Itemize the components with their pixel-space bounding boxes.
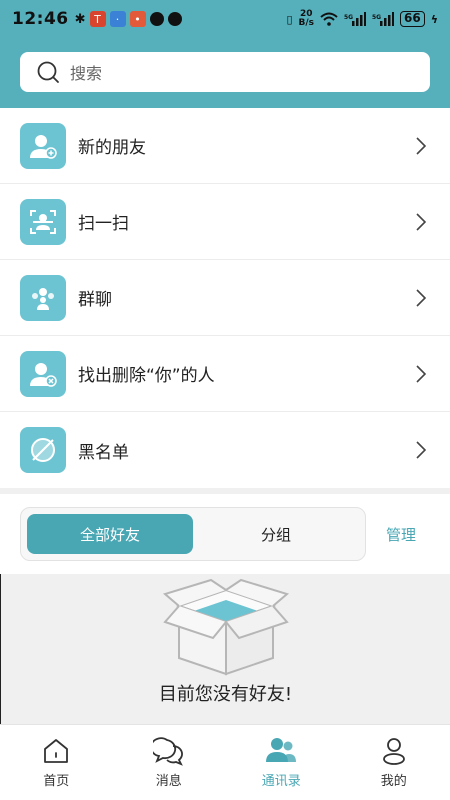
svg-text:5G: 5G: [372, 14, 381, 21]
empty-state: 目前您没有好友!: [0, 574, 450, 724]
battery-indicator: 66: [400, 11, 425, 27]
message-icon: [152, 737, 183, 766]
tab-label-profile: 我的: [380, 774, 407, 789]
tab-messages[interactable]: 消息: [113, 725, 226, 800]
friends-segment-bar: 全部好友 分组 管理: [0, 494, 450, 574]
home-icon: [44, 739, 69, 763]
tab-home[interactable]: 首页: [0, 725, 113, 800]
wifi-icon: [320, 12, 338, 26]
menu-item-find-deleted[interactable]: 找出删除“你”的人: [0, 336, 450, 412]
redpacket-icon: •: [129, 11, 146, 27]
profile-icon: [382, 738, 405, 765]
new-friend-icon: [20, 122, 66, 169]
chevron-right-icon: [416, 364, 427, 383]
svg-text:5G: 5G: [344, 14, 353, 21]
menu-label-new-friends: 新的朋友: [78, 138, 146, 158]
menu-item-new-friends[interactable]: 新的朋友: [0, 108, 450, 184]
tab-label-home: 首页: [43, 774, 70, 789]
chevron-right-icon: [416, 288, 427, 307]
contacts-icon: [266, 738, 297, 762]
find-deleted-icon: [20, 350, 66, 397]
menu-item-blacklist[interactable]: 黑名单: [0, 412, 450, 488]
scan-icon: [20, 198, 66, 245]
tab-label-messages: 消息: [155, 774, 182, 789]
bottom-tab-bar: 首页 消息 通讯录 我的: [0, 724, 450, 800]
net-speed: 20 B/s: [299, 10, 315, 28]
menu-item-group-chat[interactable]: 群聊: [0, 260, 450, 336]
menu-label-find-deleted: 找出删除“你”的人: [78, 366, 215, 386]
search-input[interactable]: 搜索: [20, 52, 430, 92]
music-icon: [167, 12, 182, 26]
search-placeholder: 搜索: [70, 64, 103, 83]
status-bar: 12:46 ✱ T · • ▯ 20 B/s 5G 5G 66 ϟ: [0, 0, 450, 38]
empty-box-icon: [162, 578, 289, 676]
tab-label-contacts: 通讯录: [261, 774, 301, 789]
menu-label-scan: 扫一扫: [78, 214, 129, 234]
status-right: ▯ 20 B/s 5G 5G 66 ϟ: [286, 10, 438, 28]
taobao-icon: T: [89, 11, 106, 27]
contacts-menu: 新的朋友 扫一扫 群聊 找出删除“你”的人 黑名单: [0, 108, 450, 488]
search-area: 搜索: [0, 38, 450, 108]
app-notification-icon: ·: [109, 11, 126, 27]
group-chat-icon: [20, 274, 66, 321]
tab-groups[interactable]: 分组: [193, 514, 359, 554]
tab-all-friends[interactable]: 全部好友: [27, 514, 193, 554]
charging-icon: ϟ: [430, 12, 438, 26]
menu-label-blacklist: 黑名单: [78, 442, 129, 463]
signal-5g-icon-2: 5G: [372, 12, 395, 26]
net-speed-unit: B/s: [298, 18, 315, 28]
chevron-right-icon: [416, 441, 427, 459]
empty-message: 目前您没有好友!: [158, 684, 293, 705]
chevron-right-icon: [416, 212, 427, 231]
menu-label-group-chat: 群聊: [78, 290, 112, 310]
signal-5g-icon: 5G: [344, 12, 367, 26]
tab-contacts[interactable]: 通讯录: [225, 725, 338, 800]
menu-item-scan[interactable]: 扫一扫: [0, 184, 450, 260]
notification-icons: ✱ T · •: [75, 11, 182, 27]
bluetooth-icon: ✱: [74, 11, 86, 27]
search-icon: [37, 61, 59, 83]
status-time: 12:46: [12, 9, 69, 29]
chat-bubble-icon: [149, 12, 164, 26]
blacklist-icon: [20, 427, 66, 473]
segmented-control: 全部好友 分组: [20, 507, 366, 561]
vibrate-icon: ▯: [286, 12, 293, 26]
manage-link[interactable]: 管理: [386, 524, 416, 545]
tab-profile[interactable]: 我的: [338, 725, 450, 800]
chevron-right-icon: [416, 136, 427, 155]
